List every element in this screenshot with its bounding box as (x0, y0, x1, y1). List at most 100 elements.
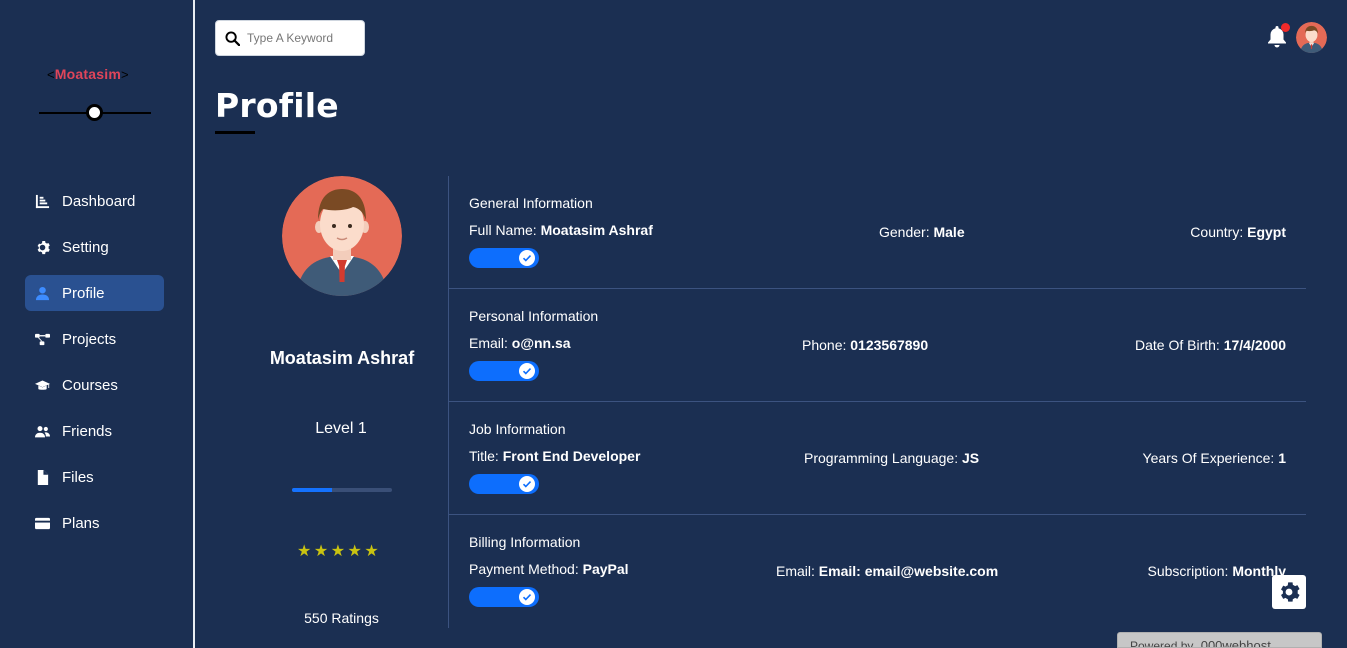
notifications-button[interactable] (1267, 23, 1290, 48)
field-label: Full Name: (469, 222, 537, 238)
webhost-banner[interactable]: Powered by 000webhost (1117, 632, 1322, 648)
field-value: o@nn.sa (511, 335, 571, 351)
sidebar-item-label: Friends (62, 422, 113, 440)
chart-icon (34, 193, 50, 209)
section-toggle[interactable] (469, 361, 539, 381)
field-value: Male (933, 224, 965, 240)
field-label: Email: (776, 563, 815, 579)
section-title: Job Information (469, 421, 566, 437)
sidebar-item-dashboard[interactable]: Dashboard (25, 183, 164, 219)
sidebar-item-label: Plans (62, 514, 100, 532)
info-section-general: General Information Full Name: Moatasim … (449, 176, 1306, 289)
profile-info-sections: General Information Full Name: Moatasim … (449, 176, 1306, 628)
star-icon: ★ (330, 543, 346, 560)
field-value: Egypt (1247, 224, 1286, 240)
toggle-knob (519, 476, 535, 492)
sidebar-item-label: Projects (62, 330, 117, 348)
field-job-title: Title: Front End Developer (469, 448, 640, 464)
check-icon (522, 481, 532, 488)
field-label: Years Of Experience: (1142, 450, 1275, 466)
sidebar-item-label: Dashboard (62, 192, 136, 210)
field-label: Subscription: (1147, 563, 1229, 579)
sidebar-item-profile[interactable]: Profile (25, 275, 164, 311)
gear-icon (1281, 582, 1300, 602)
star-icon: ★ (297, 543, 312, 560)
info-section-billing: Billing Information Payment Method: PayP… (449, 515, 1306, 628)
graduation-cap-icon (34, 377, 50, 393)
field-value: Moatasim Ashraf (540, 222, 653, 238)
rating-stars: ★ ★ ★ ★ ★ (297, 544, 381, 560)
credit-card-icon (34, 515, 50, 531)
section-title: Personal Information (469, 308, 599, 324)
field-years-experience: Years Of Experience: 1 (1143, 450, 1286, 466)
title-underline (215, 131, 255, 134)
field-value: 1 (1278, 450, 1286, 466)
section-toggle[interactable] (469, 587, 539, 607)
search-input[interactable] (247, 31, 357, 45)
search-icon (225, 30, 240, 46)
field-value: PayPal (582, 561, 629, 577)
field-value: Email: email@website.com (818, 563, 999, 579)
logo-bracket-left: < (47, 67, 55, 82)
profile-summary: Moatasim Ashraf Level 1 ★ ★ ★ ★ ★ 550 Rating… (215, 176, 448, 628)
field-label: Title: (469, 448, 499, 464)
sidebar: <Moatasim> Dashboard Setting Profile Pro… (0, 0, 195, 648)
info-section-job: Job Information Title: Front End Develop… (449, 402, 1306, 515)
star-icon: ★ (364, 543, 379, 560)
field-email: Email: o@nn.sa (469, 335, 571, 351)
field-payment-method: Payment Method: PayPal (469, 561, 629, 577)
profile-avatar (282, 176, 402, 296)
section-toggle[interactable] (469, 474, 539, 494)
level-progress-fill (292, 488, 332, 492)
field-value: 0123567890 (850, 337, 929, 353)
field-full-name: Full Name: Moatasim Ashraf (469, 222, 653, 238)
toggle-knob (519, 363, 535, 379)
sidebar-item-plans[interactable]: Plans (25, 505, 164, 541)
sidebar-item-label: Courses (62, 376, 118, 394)
section-title: Billing Information (469, 534, 581, 550)
field-label: Gender: (879, 224, 930, 240)
sidebar-nav: Dashboard Setting Profile Projects Cours… (25, 183, 164, 551)
ratings-count: 550 Ratings (304, 610, 379, 626)
section-toggle[interactable] (469, 248, 539, 268)
sidebar-item-label: Files (62, 468, 94, 486)
check-icon (522, 255, 532, 262)
settings-float-button[interactable] (1272, 575, 1306, 609)
profile-level: Level 1 (315, 420, 367, 437)
diagram-icon (34, 331, 50, 347)
check-icon (522, 368, 532, 375)
info-section-personal: Personal Information Email: o@nn.sa Phon… (449, 289, 1306, 402)
section-title: General Information (469, 195, 593, 211)
field-label: Programming Language: (804, 450, 959, 466)
sidebar-item-projects[interactable]: Projects (25, 321, 164, 357)
field-subscription: Subscription: Monthly (1148, 563, 1286, 579)
sidebar-item-setting[interactable]: Setting (25, 229, 164, 265)
level-progress-bar (292, 488, 392, 492)
logo-divider-dot (86, 104, 103, 121)
user-icon (34, 285, 50, 301)
field-label: Date Of Birth: (1135, 337, 1220, 353)
notification-badge (1281, 23, 1290, 32)
field-label: Email: (469, 335, 508, 351)
logo-bracket-right: > (120, 67, 129, 82)
gear-icon (34, 239, 50, 255)
field-value: Front End Developer (502, 448, 641, 464)
field-programming-language: Programming Language: JS (804, 450, 979, 466)
field-country: Country: Egypt (1190, 224, 1286, 240)
field-billing-email: Email: Email: email@website.com (776, 563, 998, 579)
star-icon: ★ (313, 543, 329, 560)
user-avatar[interactable] (1296, 22, 1327, 53)
logo-name: Moatasim (54, 66, 121, 82)
toggle-knob (519, 589, 535, 605)
field-gender: Gender: Male (879, 224, 965, 240)
star-icon: ★ (347, 543, 362, 560)
sidebar-item-label: Setting (62, 238, 109, 256)
sidebar-item-files[interactable]: Files (25, 459, 164, 495)
sidebar-item-friends[interactable]: Friends (25, 413, 164, 449)
brand-logo[interactable]: <Moatasim> (47, 66, 129, 82)
search-box[interactable] (215, 20, 365, 56)
profile-name: Moatasim Ashraf (269, 348, 415, 368)
sidebar-item-courses[interactable]: Courses (25, 367, 164, 403)
field-label: Country: (1190, 224, 1244, 240)
powered-by-text: Powered by (1130, 639, 1194, 648)
